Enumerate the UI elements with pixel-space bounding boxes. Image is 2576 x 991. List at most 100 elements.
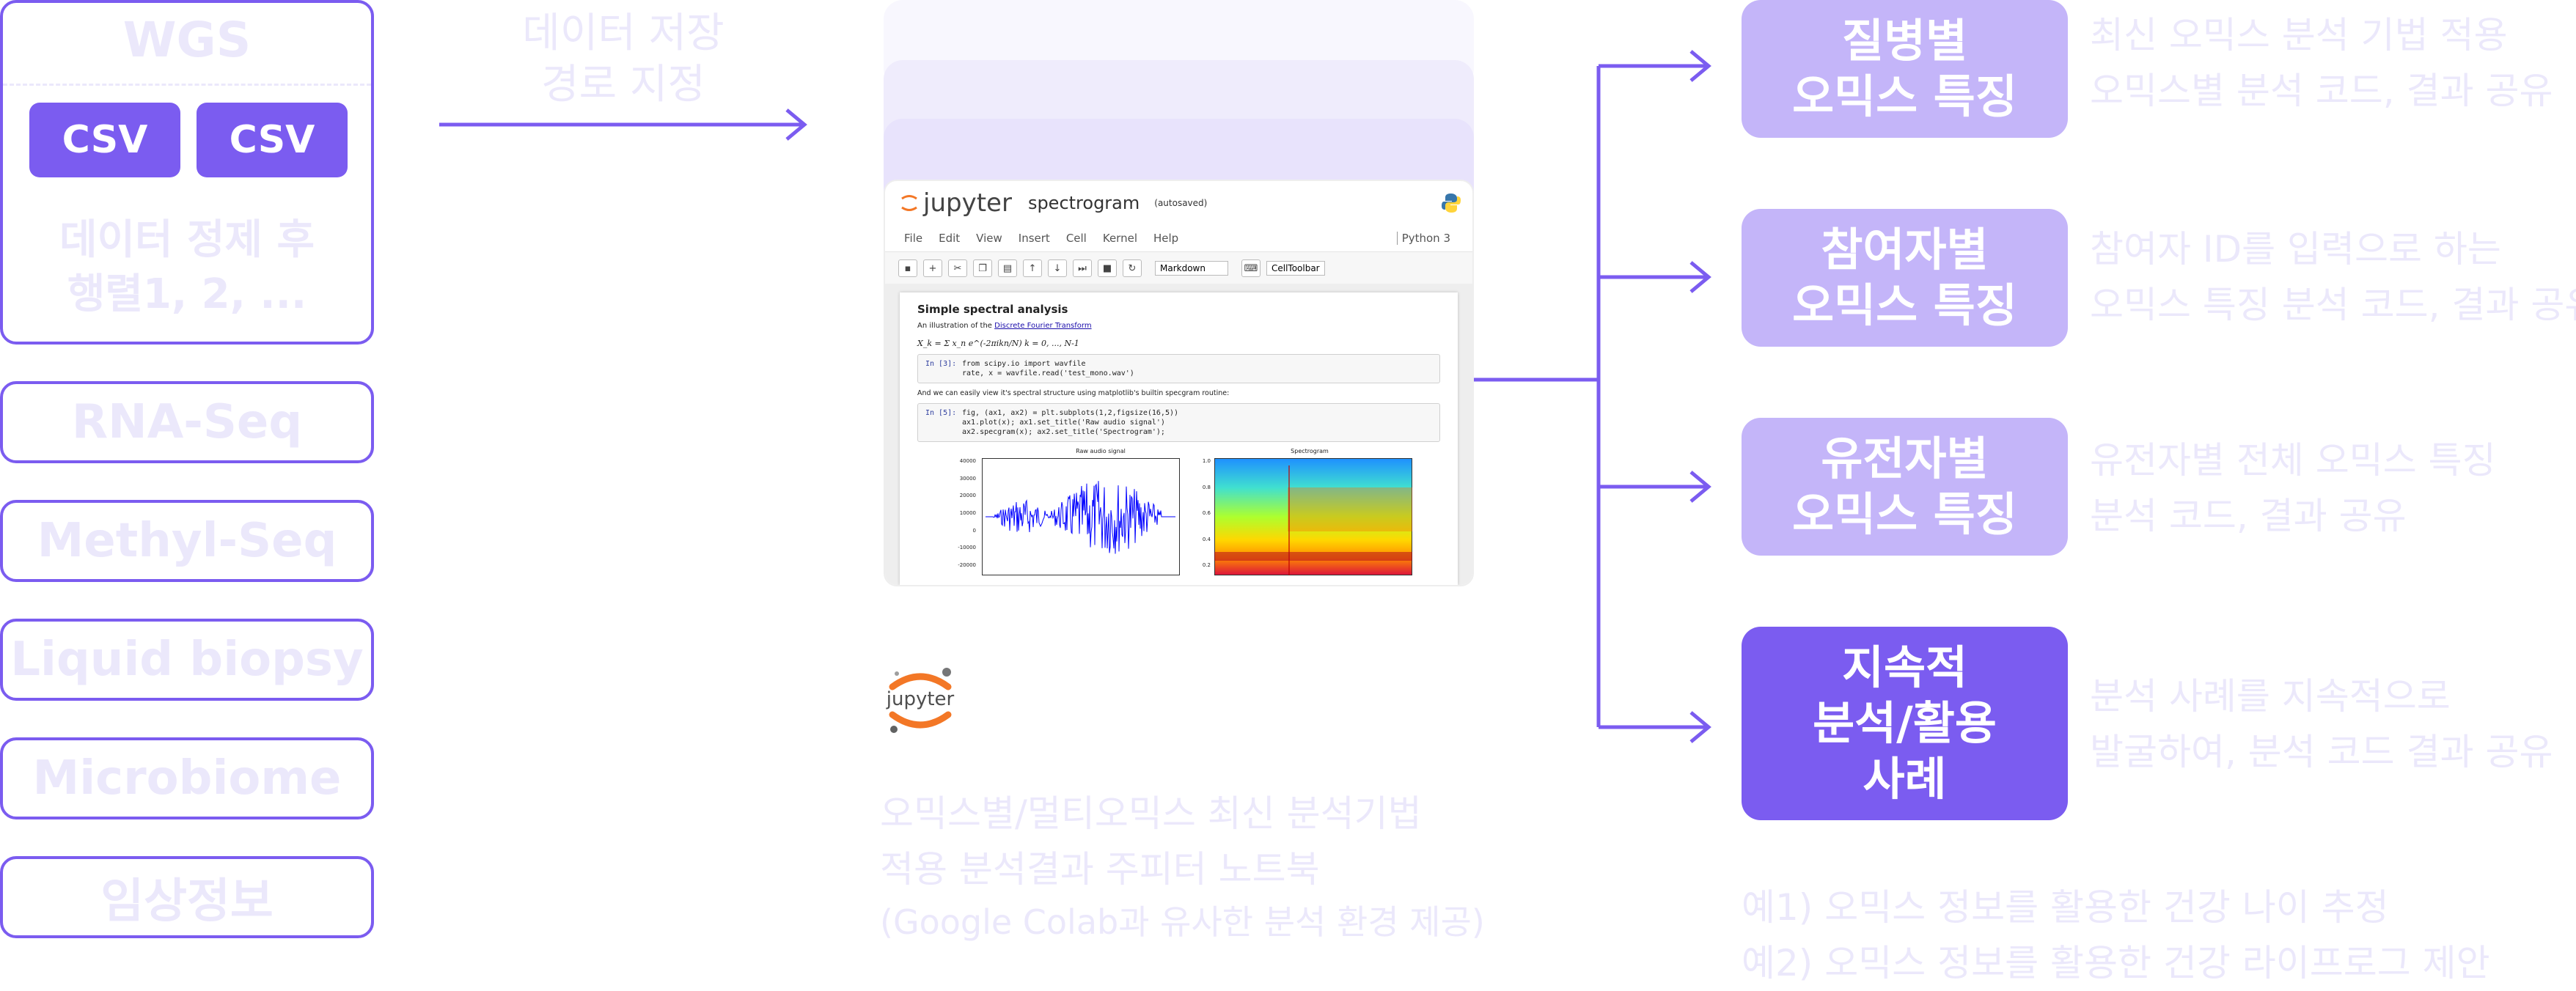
source-rna-seq: RNA-Seq — [0, 381, 374, 463]
plot1-ytick: -20000 — [958, 561, 976, 568]
csv-badge-1: CSV — [29, 103, 180, 177]
notebook-page: Simple spectral analysis An illustration… — [900, 292, 1458, 585]
wgs-caption-line1: 데이터 정제 후 — [59, 216, 315, 264]
output-by-disease-line1: 질병별 — [1841, 14, 1968, 67]
jupyter-logo: jupyter — [876, 656, 964, 744]
cell-type-select[interactable]: Markdown — [1155, 261, 1228, 276]
code-cell-1[interactable]: In [3]: from scipy.io import wavfile rat… — [917, 354, 1440, 383]
output-continuous-line1: 지속적 — [1841, 641, 1968, 694]
notebook-intro-link[interactable]: Discrete Fourier Transform — [994, 322, 1091, 330]
example-line2: 예2) 오믹스 정보를 활용한 건강 라이프로그 제안 — [1742, 942, 2490, 984]
notebook-toolbar: ▪ + ✂ ❐ ▤ ↑ ↓ ⏭ ■ ↻ Markdown ⌨ CellToolb… — [885, 252, 1472, 285]
notebook-logo-text: jupyter — [923, 188, 1012, 218]
output-by-gene-line2: 오믹스 특징 — [1792, 487, 2017, 541]
plot1-ytick: 0 — [972, 527, 976, 534]
arrow-to-notebook — [439, 108, 807, 141]
notebook-caption-line3: (Google Colab과 유사한 분석 환경 제공) — [880, 902, 1485, 942]
menu-view[interactable]: View — [976, 232, 1002, 245]
output-continuous-use-cases: 지속적 분석/활용 사례 — [1742, 627, 2068, 820]
spectrogram-plot — [1214, 458, 1412, 575]
source-methyl-seq: Methyl-Seq — [0, 500, 374, 582]
output-by-gene-desc2: 분석 코드, 결과 공유 — [2090, 495, 2407, 537]
notebook-status: (autosaved) — [1154, 198, 1208, 208]
output-by-gene-desc1: 유전자별 전체 오믹스 특징 — [2090, 439, 2496, 482]
output-by-gene-line1: 유전자별 — [1821, 432, 1989, 485]
notebook-text2: And we can easily view it's spectral str… — [917, 389, 1230, 397]
run-icon[interactable]: ⏭ — [1073, 259, 1092, 277]
notebook-menubar: File Edit View Insert Cell Kernel Help P… — [885, 225, 1472, 252]
cell2-line3: ax2.specgram(x); ax2.set_title('Spectrog… — [962, 428, 1165, 436]
code-cell-2[interactable]: In [5]: fig, (ax1, ax2) = plt.subplots(1… — [917, 403, 1440, 442]
example-line1: 예1) 오믹스 정보를 활용한 건강 나이 추정 — [1742, 886, 2389, 929]
move-down-icon[interactable]: ↓ — [1048, 259, 1067, 277]
notebook-caption-line1: 오믹스별/멀티오믹스 최신 분석기법 — [880, 792, 1422, 835]
output-continuous-desc2: 발굴하여, 분석 코드 결과 공유 — [2090, 731, 2553, 773]
kernel-indicator: Python 3 — [1396, 232, 1450, 245]
plot1-yticks: 40000 30000 20000 10000 0 -10000 -20000 — [947, 458, 976, 568]
cell2-line2: ax1.plot(x); ax1.set_title('Raw audio si… — [962, 419, 1165, 427]
notebook-intro-text: An illustration of the — [917, 322, 992, 330]
menu-edit[interactable]: Edit — [939, 232, 960, 245]
output-by-participant-line2: 오믹스 특징 — [1792, 279, 2017, 332]
stop-icon[interactable]: ■ — [1098, 259, 1117, 277]
notebook-title[interactable]: spectrogram — [1028, 193, 1140, 213]
celltoolbar-button[interactable]: CellToolbar — [1266, 261, 1325, 276]
plot2-yticks: 1.0 0.8 0.6 0.4 0.2 — [1190, 458, 1211, 568]
keyboard-icon[interactable]: ⌨ — [1241, 259, 1261, 277]
menu-help[interactable]: Help — [1153, 232, 1178, 245]
cell1-line1: from scipy.io import wavfile — [962, 360, 1086, 368]
plot2-title: Spectrogram — [1291, 448, 1329, 454]
jupyter-logo-text: jupyter — [886, 688, 955, 710]
menu-insert[interactable]: Insert — [1019, 232, 1050, 245]
notebook-formula: X_k = Σ x_n e^(-2πikn/N) k = 0, ..., N-1 — [917, 339, 1079, 348]
plot2-ytick: 0.2 — [1202, 562, 1211, 568]
arrow-label-line2: 경로 지정 — [541, 61, 705, 108]
paste-icon[interactable]: ▤ — [998, 259, 1017, 277]
notebook-header: jupyter spectrogram (autosaved) — [885, 181, 1472, 225]
output-continuous-line2: 분석/활용 — [1813, 696, 1997, 750]
wgs-group: WGS CSV CSV 데이터 정제 후 행렬1, 2, ... — [0, 0, 374, 345]
move-up-icon[interactable]: ↑ — [1023, 259, 1042, 277]
output-by-disease-desc1: 최신 오믹스 분석 기법 적용 — [2090, 14, 2508, 56]
arrow-label-line1: 데이터 저장 — [522, 10, 724, 57]
cut-icon[interactable]: ✂ — [948, 259, 967, 277]
plot1-ytick: 30000 — [959, 475, 976, 482]
plot1-ytick: 20000 — [959, 493, 976, 499]
cell1-prompt: In [3]: — [925, 360, 957, 368]
notebook-heading: Simple spectral analysis — [917, 303, 1068, 316]
plot2-ytick: 1.0 — [1202, 458, 1211, 464]
menu-kernel[interactable]: Kernel — [1103, 232, 1137, 245]
cell2-line1: fig, (ax1, ax2) = plt.subplots(1,2,figsi… — [962, 409, 1179, 417]
jupyter-mini-logo-icon — [901, 195, 917, 211]
restart-icon[interactable]: ↻ — [1123, 259, 1142, 277]
plot1-ytick: -10000 — [958, 545, 976, 551]
python-logo-icon — [1442, 194, 1461, 213]
output-by-gene: 유전자별 오믹스 특징 — [1742, 418, 2068, 556]
notebook-output: Raw audio signal 40000 30000 20000 10000… — [917, 448, 1440, 575]
source-microbiome: Microbiome — [0, 737, 374, 819]
add-cell-icon[interactable]: + — [923, 259, 942, 277]
output-by-participant: 참여자별 오믹스 특징 — [1742, 209, 2068, 347]
output-by-participant-desc2: 오믹스 특징 분석 코드, 결과 공유 — [2090, 284, 2576, 326]
branch-connector — [1474, 50, 1711, 743]
plot1-ytick: 40000 — [959, 458, 976, 464]
copy-icon[interactable]: ❐ — [973, 259, 992, 277]
notebook-intro: An illustration of the Discrete Fourier … — [917, 322, 1440, 330]
notebook-caption-line2: 적용 분석결과 주피터 노트북 — [880, 848, 1320, 891]
wgs-divider — [3, 84, 371, 86]
notebook-body: Simple spectral analysis An illustration… — [885, 284, 1472, 585]
output-continuous-line3: 사례 — [1863, 752, 1947, 806]
output-by-disease-desc2: 오믹스별 분석 코드, 결과 공유 — [2090, 70, 2553, 112]
plot2-ytick: 0.4 — [1202, 536, 1211, 542]
source-clinical-info: 임상정보 — [0, 856, 374, 938]
wgs-title: WGS — [122, 12, 252, 68]
cell2-prompt: In [5]: — [925, 409, 957, 417]
menu-file[interactable]: File — [904, 232, 922, 245]
plot1-ytick: 10000 — [959, 509, 976, 516]
save-icon[interactable]: ▪ — [898, 259, 917, 277]
menu-cell[interactable]: Cell — [1066, 232, 1087, 245]
output-by-disease: 질병별 오믹스 특징 — [1742, 0, 2068, 138]
output-by-participant-desc1: 참여자 ID를 입력으로 하는 — [2090, 228, 2501, 270]
jupyter-notebook-screenshot: jupyter spectrogram (autosaved) File Edi… — [884, 180, 1474, 586]
output-continuous-desc1: 분석 사례를 지속적으로 — [2090, 675, 2451, 718]
